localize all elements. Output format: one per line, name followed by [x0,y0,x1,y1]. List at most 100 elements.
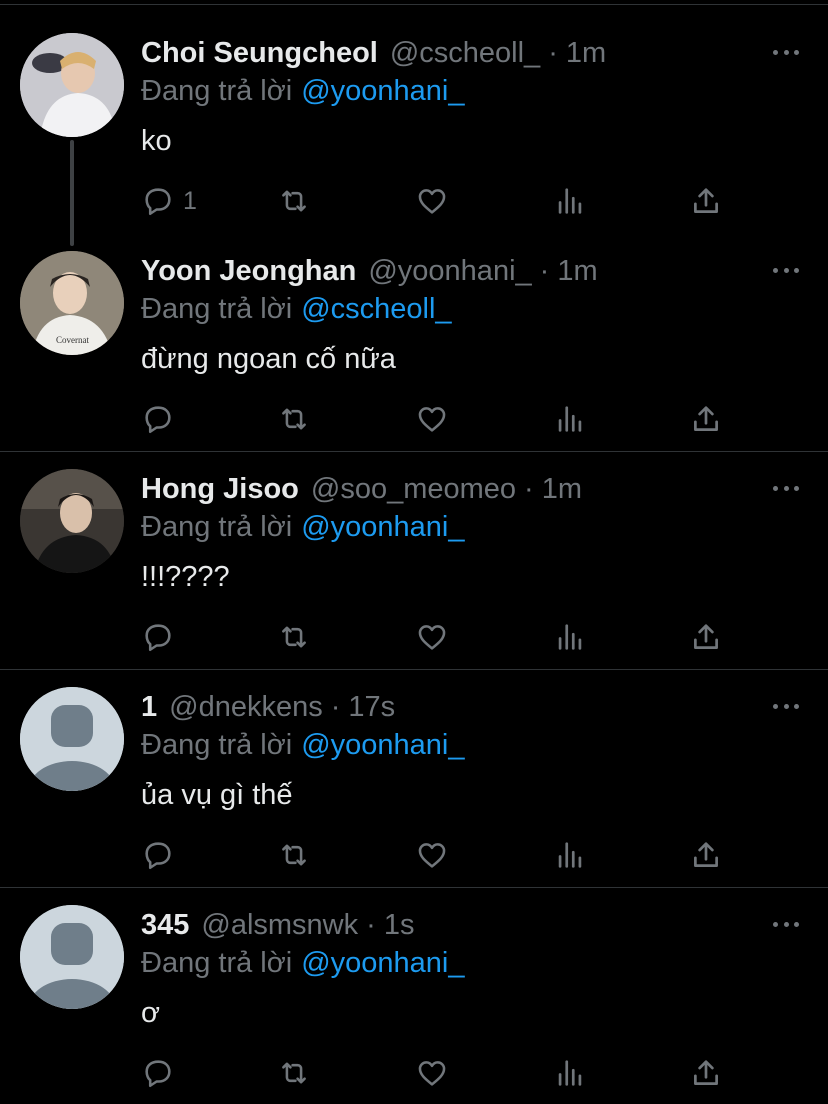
replying-to-label: Đang trả lời [141,946,293,979]
replying-to-handle[interactable]: @cscheoll_ [301,293,451,326]
user-handle[interactable]: @soo_meomeo [311,473,516,506]
share-icon [694,406,718,431]
display-name[interactable]: Yoon Jeonghan [141,255,356,288]
timestamp[interactable]: 1s [384,909,415,942]
timestamp[interactable]: 17s [348,691,395,724]
more-icon[interactable] [770,42,802,62]
tweet-actions [141,1053,731,1093]
avatar[interactable] [20,905,124,1009]
timestamp[interactable]: 1m [542,473,582,506]
heart-icon [418,843,446,868]
tweet-divider [0,669,828,670]
tweet-header: Choi Seungcheol @cscheoll_ · 1m [141,33,606,73]
avatar[interactable] [20,687,124,791]
avatar-photo [20,33,124,137]
user-handle[interactable]: @cscheoll_ [390,37,540,70]
user-handle[interactable]: @alsmsnwk [201,909,358,942]
user-handle[interactable]: @dnekkens [169,691,323,724]
share-button[interactable] [689,617,723,657]
more-icon[interactable] [770,478,802,498]
top-divider [0,4,828,5]
tweet-header: 1 @dnekkens · 17s [141,687,395,727]
retweet-icon [282,1062,306,1084]
reply-button[interactable] [141,617,183,657]
reply-button[interactable] [141,1053,183,1093]
tweet-header: Hong Jisoo @soo_meomeo · 1m [141,469,582,509]
replying-to-handle[interactable]: @yoonhani_ [301,729,464,762]
views-button[interactable] [553,835,587,875]
share-icon [694,188,718,213]
avatar[interactable] [20,33,124,137]
timestamp[interactable]: 1m [566,37,606,70]
heart-icon [418,189,446,214]
more-icon[interactable] [770,696,802,716]
display-name[interactable]: Hong Jisoo [141,473,299,506]
share-button[interactable] [689,181,723,221]
reply-count: 1 [183,186,197,215]
views-icon [558,406,582,432]
share-button[interactable] [689,835,723,875]
views-icon [558,624,582,650]
replying-to-handle[interactable]: @yoonhani_ [301,511,464,544]
like-button[interactable] [415,181,449,221]
avatar[interactable]: Covernat [20,251,124,355]
reply-button[interactable]: 1 [141,181,197,221]
replying-to: Đang trả lời @yoonhani_ [141,945,464,981]
retweet-button[interactable] [277,399,311,439]
default-avatar-icon [20,905,124,1009]
replying-to: Đang trả lời @yoonhani_ [141,727,464,763]
reply-button[interactable] [141,835,183,875]
views-icon [558,842,582,868]
replying-to: Đang trả lời @yoonhani_ [141,509,464,545]
like-button[interactable] [415,399,449,439]
tweet-header: 345 @alsmsnwk · 1s [141,905,414,945]
tweet-divider [0,451,828,452]
retweet-icon [282,190,306,212]
tweet-text: ko [141,124,172,157]
separator-dot: · [539,254,550,287]
views-icon [558,188,582,214]
more-icon[interactable] [770,914,802,934]
display-name[interactable]: 345 [141,909,189,942]
like-button[interactable] [415,835,449,875]
tweet-text: ơ [141,996,161,1029]
views-button[interactable] [553,399,587,439]
reply-icon [145,406,171,434]
avatar-photo: Covernat [20,251,124,355]
reply-icon [145,1060,171,1088]
svg-text:Covernat: Covernat [56,335,89,345]
views-button[interactable] [553,1053,587,1093]
retweet-button[interactable] [277,181,311,221]
avatar[interactable] [20,469,124,573]
views-button[interactable] [553,181,587,221]
share-icon [694,842,718,867]
retweet-button[interactable] [277,1053,311,1093]
timestamp[interactable]: 1m [557,255,597,288]
reply-icon [145,842,171,870]
replying-to-label: Đang trả lời [141,292,293,325]
tweet-actions [141,399,731,439]
reply-button[interactable] [141,399,183,439]
retweet-icon [282,626,306,648]
tweet-divider [0,887,828,888]
share-icon [694,624,718,649]
tweet-actions [141,617,731,657]
like-button[interactable] [415,1053,449,1093]
avatar-photo [20,469,124,573]
separator-dot: · [330,690,341,723]
replying-to-handle[interactable]: @yoonhani_ [301,75,464,108]
share-button[interactable] [689,1053,723,1093]
tweet-text: đừng ngoan cố nữa [141,342,396,375]
replying-to-handle[interactable]: @yoonhani_ [301,947,464,980]
user-handle[interactable]: @yoonhani_ [368,255,531,288]
display-name[interactable]: 1 [141,691,157,724]
retweet-button[interactable] [277,835,311,875]
like-button[interactable] [415,617,449,657]
retweet-button[interactable] [277,617,311,657]
share-button[interactable] [689,399,723,439]
display-name[interactable]: Choi Seungcheol [141,37,378,70]
views-button[interactable] [553,617,587,657]
separator-dot: · [548,36,558,69]
more-icon[interactable] [770,260,802,280]
retweet-icon [282,408,306,430]
